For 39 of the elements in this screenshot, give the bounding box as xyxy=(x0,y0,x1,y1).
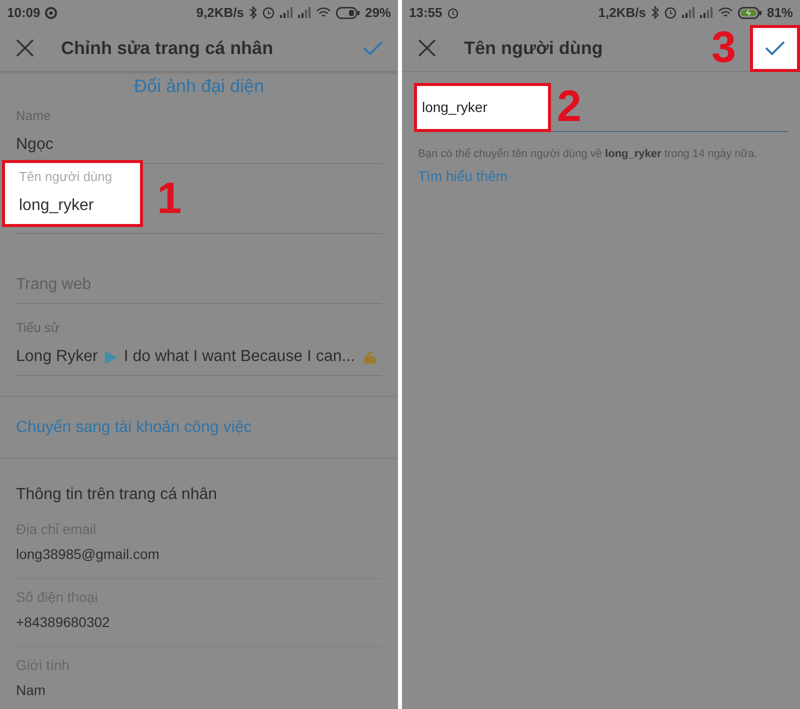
bluetooth-icon xyxy=(248,6,257,19)
wifi-icon xyxy=(718,7,733,18)
section-title: Thông tin trên trang cá nhân xyxy=(16,485,218,505)
field-value[interactable]: Ngọc xyxy=(16,133,54,157)
wifi-icon xyxy=(316,7,331,18)
clock-time: 13:55 xyxy=(409,4,442,22)
bio-text: I do what I want Because I can... xyxy=(124,347,356,367)
signal-icon xyxy=(700,7,713,18)
close-icon[interactable] xyxy=(417,38,437,58)
header-title: Tên người dùng xyxy=(464,36,604,60)
network-speed: 9,2KB/s xyxy=(196,4,244,22)
step-number: 1 xyxy=(157,174,182,223)
alarm-icon xyxy=(262,6,275,19)
username-field[interactable]: long_ryker xyxy=(414,83,551,132)
check-icon[interactable] xyxy=(765,40,785,56)
signal-icon xyxy=(280,7,293,18)
signal-icon xyxy=(298,7,311,18)
battery-percent: 29% xyxy=(364,4,391,22)
alarm-icon xyxy=(447,6,460,18)
circle-logo-icon xyxy=(45,6,58,18)
field-value[interactable]: long_ryker xyxy=(19,194,112,218)
field-value[interactable]: Nam xyxy=(16,680,382,701)
bluetooth-icon xyxy=(650,6,659,19)
flexed-arm-icon xyxy=(362,349,378,365)
signal-icon xyxy=(682,7,695,18)
field-value[interactable]: long38985@gmail.com xyxy=(16,544,382,565)
field-label: Tên người dùng xyxy=(19,168,112,186)
bio-name: Long Ryker xyxy=(16,347,98,367)
close-icon[interactable] xyxy=(15,38,35,58)
battery-percent: 81% xyxy=(766,4,793,22)
check-icon[interactable] xyxy=(363,40,383,56)
header-title: Chỉnh sửa trang cá nhân xyxy=(61,36,274,60)
step-number: 2 xyxy=(557,85,582,129)
clock-time: 10:09 xyxy=(7,4,40,22)
alarm-icon xyxy=(664,6,677,19)
step-number: 3 xyxy=(712,23,736,72)
play-icon xyxy=(104,350,117,364)
network-speed: 1,2KB/s xyxy=(598,4,646,22)
field-value[interactable]: +84389680302 xyxy=(16,612,382,633)
